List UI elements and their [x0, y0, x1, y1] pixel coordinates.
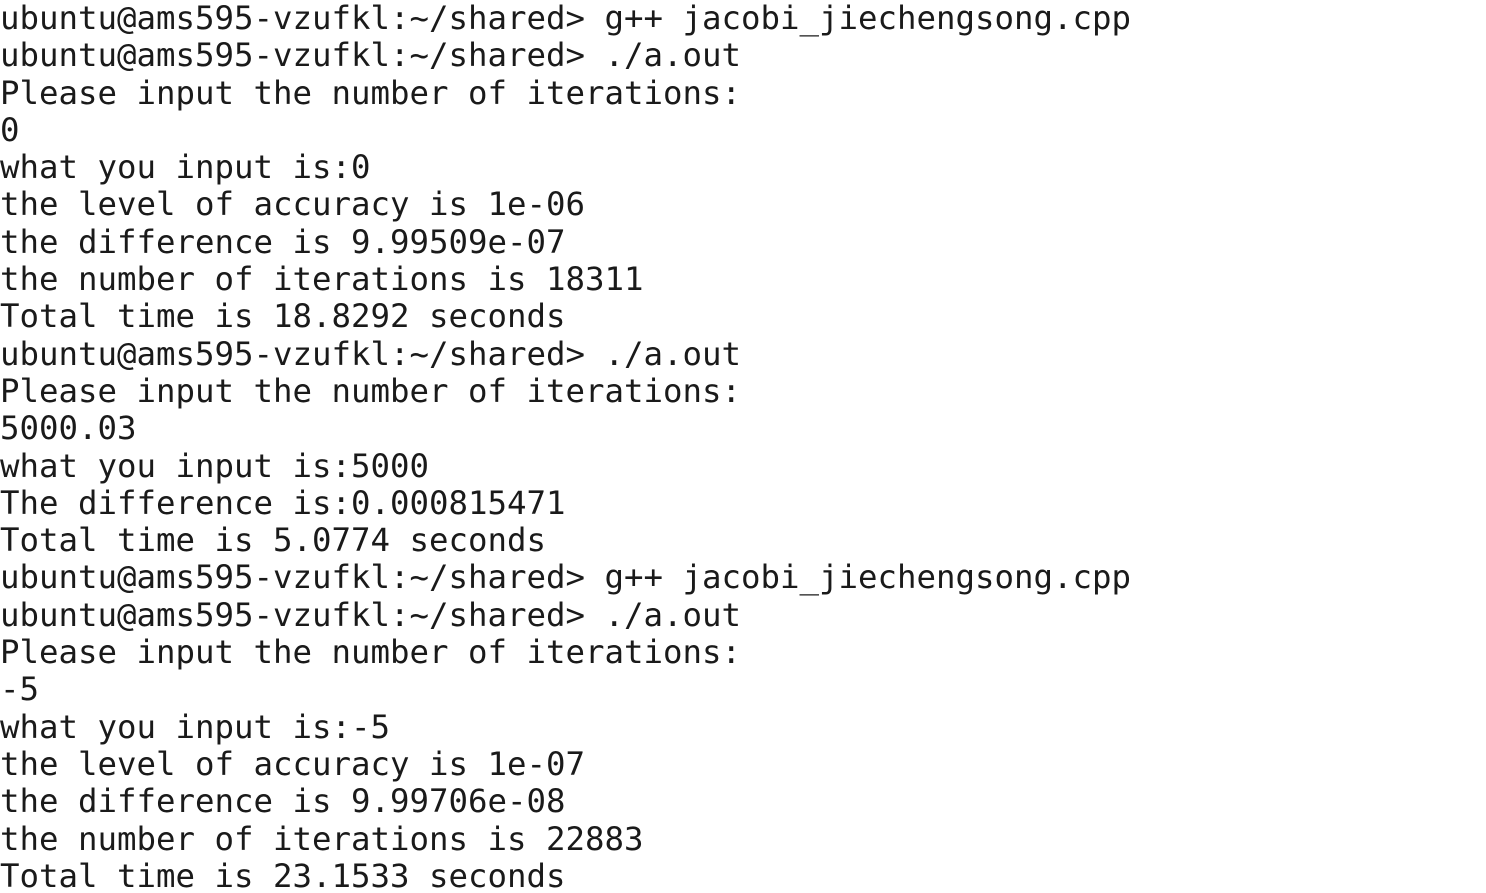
- output-line: Total time is 23.1533 seconds: [0, 856, 566, 893]
- output-line: what you input is:5000: [0, 446, 430, 485]
- output-line: the difference is 9.99706e-08: [0, 782, 566, 821]
- output-line: the difference is 9.99509e-07: [0, 222, 566, 261]
- user-input-line: -5: [0, 670, 40, 709]
- output-line: Please input the number of iterations:: [0, 371, 742, 410]
- output-line: what you input is:0: [0, 148, 371, 187]
- output-line: the number of iterations is 22883: [0, 819, 644, 858]
- prompt-line: ubuntu@ams595-vzufkl:~/shared> ./a.out: [0, 595, 742, 634]
- user-input-line: 0: [0, 110, 20, 149]
- output-line: the level of accuracy is 1e-07: [0, 744, 586, 783]
- output-line: Please input the number of iterations:: [0, 633, 742, 672]
- output-line: the level of accuracy is 1e-06: [0, 185, 586, 224]
- output-line: Total time is 5.0774 seconds: [0, 521, 547, 560]
- output-line: Total time is 18.8292 seconds: [0, 297, 566, 336]
- output-line: what you input is:-5: [0, 707, 391, 746]
- prompt-line: ubuntu@ams595-vzufkl:~/shared> g++ jacob…: [0, 0, 1132, 37]
- output-line: The difference is:0.000815471: [0, 483, 566, 522]
- output-line: the number of iterations is 18311: [0, 260, 644, 299]
- prompt-line: ubuntu@ams595-vzufkl:~/shared> ./a.out: [0, 36, 742, 75]
- prompt-line: ubuntu@ams595-vzufkl:~/shared> g++ jacob…: [0, 558, 1132, 597]
- terminal-output: ubuntu@ams595-vzufkl:~/shared> g++ jacob…: [0, 0, 1131, 893]
- output-line: Please input the number of iterations:: [0, 73, 742, 112]
- prompt-line: ubuntu@ams595-vzufkl:~/shared> ./a.out: [0, 334, 742, 373]
- user-input-line: 5000.03: [0, 409, 137, 448]
- terminal-window[interactable]: ubuntu@ams595-vzufkl:~/shared> g++ jacob…: [0, 0, 1486, 893]
